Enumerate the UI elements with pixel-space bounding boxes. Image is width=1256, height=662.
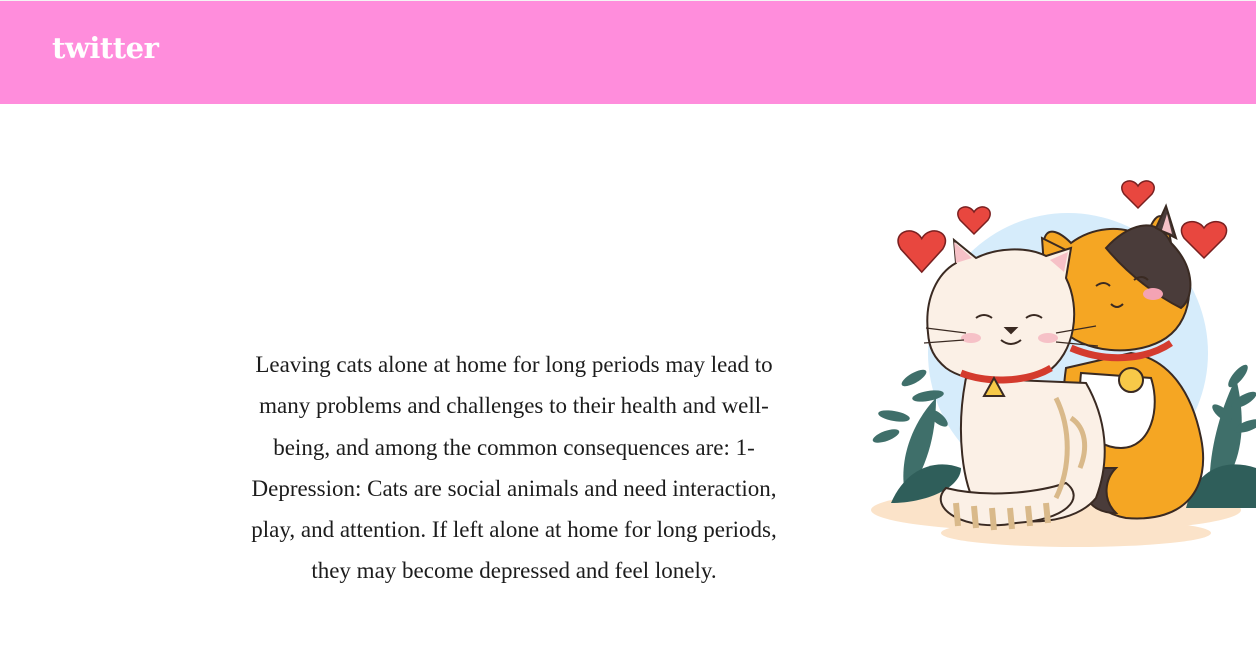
heart-icon	[1121, 180, 1155, 210]
site-header: twitter	[0, 0, 1256, 104]
heart-icon	[957, 206, 991, 236]
heart-icon	[897, 230, 946, 274]
heart-icon	[1180, 220, 1228, 260]
article-paragraph: Leaving cats alone at home for long peri…	[251, 352, 777, 584]
cats-illustration	[871, 180, 1256, 547]
brand-logo[interactable]: twitter	[52, 31, 159, 65]
